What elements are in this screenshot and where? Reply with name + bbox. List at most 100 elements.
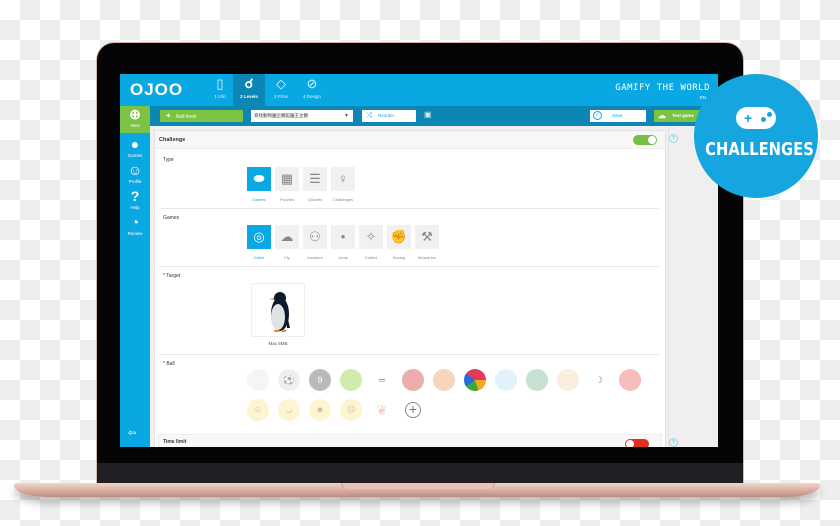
- collect-icon: ✧: [359, 225, 383, 249]
- boxing-glove-option[interactable]: [402, 369, 424, 391]
- option-invaders[interactable]: ⚇ Invaders: [303, 225, 327, 260]
- step-label: 1 Info: [214, 94, 226, 99]
- eight-ball-option[interactable]: 9: [309, 369, 331, 391]
- challenges-badge: + CHALLENGES: [694, 74, 818, 198]
- tennis-ball-option[interactable]: [340, 369, 362, 391]
- sidebar-item-review[interactable]: ◔ Review: [120, 214, 150, 236]
- tomato-option[interactable]: [619, 369, 641, 391]
- tongue-emoji-option[interactable]: ☻: [309, 399, 331, 421]
- shield-ball-option[interactable]: [495, 369, 517, 391]
- challenge-panel: Challenge Type ⬬ Games ▦ Puzzles ☰ Quizzes ♀ Ch…: [154, 130, 666, 447]
- target-image-upload[interactable]: [251, 283, 305, 337]
- time-limit-toggle[interactable]: [625, 439, 649, 447]
- option-games[interactable]: ⬬ Games: [247, 167, 271, 202]
- whackem-icon: ⚒: [415, 225, 439, 249]
- option-label: Whack'em: [417, 255, 437, 260]
- leaf-option[interactable]: ❦: [371, 399, 393, 421]
- option-challenges[interactable]: ♀ Challenges: [331, 167, 355, 202]
- catch-icon: ◎: [247, 225, 271, 249]
- cloud-upload-icon: ☁: [658, 111, 666, 120]
- reorder-button[interactable]: ⤨ Reorder: [362, 110, 416, 122]
- games-section: Games ◎ Catch ☁ Fly ⚇ Invaders • Jump ✧ Collect ✊ B…: [159, 211, 659, 267]
- games-icon: ●: [130, 136, 140, 152]
- boxing-icon: ✊: [387, 225, 411, 249]
- option-collect[interactable]: ✧ Collect: [359, 225, 383, 260]
- shuffle-icon: ⤨: [366, 112, 372, 119]
- trash-icon[interactable]: ▣: [424, 110, 432, 120]
- logout-icon[interactable]: ⇦: [128, 428, 136, 439]
- reorder-label: Reorder: [378, 113, 395, 118]
- type-section: Type ⬬ Games ▦ Puzzles ☰ Quizzes ♀ Challenges: [159, 153, 659, 209]
- sad-emoji-option[interactable]: ☹: [340, 399, 362, 421]
- cream-ball-option[interactable]: [557, 369, 579, 391]
- green-orb-option[interactable]: [526, 369, 548, 391]
- baseball-option[interactable]: [247, 369, 269, 391]
- fly-icon: ☁: [275, 225, 299, 249]
- dumbbell-option[interactable]: ═: [371, 369, 393, 391]
- sidebar-item-help[interactable]: ? Help: [120, 188, 150, 210]
- check-circle-icon: ✓: [593, 111, 602, 120]
- challenge-toggle[interactable]: [633, 135, 657, 145]
- toggle-knob: [626, 440, 634, 447]
- target-caption: Max 5MB: [268, 341, 288, 346]
- add-level-label: Add level: [175, 114, 197, 120]
- step-label: 2 Levels: [240, 94, 258, 99]
- tab-step-2[interactable]: ☌ 2 Levels: [233, 74, 265, 106]
- save-label: Save: [612, 113, 623, 118]
- level-select[interactable]: 尋找動物園企鵝館園王企鵝 ▼: [251, 110, 353, 122]
- option-catch[interactable]: ◎ Catch: [247, 225, 271, 260]
- invaders-icon: ⚇: [303, 225, 327, 249]
- add-ball-icon[interactable]: +: [405, 402, 421, 418]
- help-icon[interactable]: ?: [669, 438, 678, 447]
- option-jump[interactable]: • Jump: [331, 225, 355, 260]
- palette-icon: ⊘: [306, 76, 318, 91]
- app-logo[interactable]: OJOO: [130, 80, 183, 100]
- chevron-down-icon: ▼: [344, 113, 349, 119]
- quizzes-icon: ☰: [303, 167, 327, 191]
- challenges-icon: ♀: [331, 167, 355, 191]
- ball-section: * Ball ⚽ 9 ═ ☽ ☺ ◡ ☻ ☹ ❦ +: [159, 357, 659, 443]
- laptop-notch: [341, 483, 495, 489]
- option-boxing[interactable]: ✊ Boxing: [387, 225, 411, 260]
- sidebar-item-label: Profile: [128, 179, 142, 184]
- time-limit-label: Time limit: [163, 439, 187, 445]
- type-label: Type: [163, 157, 174, 163]
- toolbar: + Add level 尋找動物園企鵝館園王企鵝 ▼ ⤨ Reorder ▣ ✓ …: [150, 106, 718, 126]
- option-puzzles[interactable]: ▦ Puzzles: [275, 167, 299, 202]
- level-select-value: 尋找動物園企鵝館園王企鵝: [254, 113, 308, 118]
- test-game-label: Test game: [672, 113, 694, 118]
- option-label: Challenges: [332, 197, 353, 202]
- gamepad-icon: +: [736, 107, 776, 129]
- sidebar: ⊕ New ● Games ☺ Profile ? Help ◔ Review ⇦: [120, 106, 150, 447]
- toggle-knob: [648, 136, 656, 144]
- smile-emoji-option[interactable]: ◡: [278, 399, 300, 421]
- option-fly[interactable]: ☁ Fly: [275, 225, 299, 260]
- sidebar-item-games[interactable]: ● Games: [120, 136, 150, 158]
- badge-label: CHALLENGES: [705, 139, 814, 160]
- tab-step-1[interactable]: ▯ 1 Info: [204, 74, 236, 106]
- ball-label: * Ball: [163, 361, 175, 367]
- beach-ball-option[interactable]: [464, 369, 486, 391]
- app-screen: OJOO ▯ 1 Info ☌ 2 Levels ◇ 3 Prize ⊘ 4 Design G…: [120, 74, 718, 447]
- diamond-icon: ◇: [276, 76, 286, 91]
- challenge-title: Challenge: [159, 137, 186, 143]
- sidebar-item-label: Games: [127, 153, 143, 158]
- laptop-chin: [97, 463, 743, 485]
- banana-option[interactable]: ☽: [588, 369, 610, 391]
- sidebar-item-profile[interactable]: ☺ Profile: [120, 162, 150, 184]
- save-button[interactable]: ✓ Save: [590, 110, 646, 122]
- option-quizzes[interactable]: ☰ Quizzes: [303, 167, 327, 202]
- tab-step-4[interactable]: ⊘ 4 Design: [296, 74, 328, 106]
- basketball-option[interactable]: [433, 369, 455, 391]
- option-whackem[interactable]: ⚒ Whack'em: [415, 225, 439, 260]
- challenge-header: Challenge: [155, 131, 665, 149]
- help-icon[interactable]: ?: [669, 134, 678, 143]
- soccer-ball-option[interactable]: ⚽: [278, 369, 300, 391]
- add-level-button[interactable]: + Add level: [160, 110, 243, 122]
- grin-emoji-option[interactable]: ☺: [247, 399, 269, 421]
- games-label: Games: [163, 215, 180, 221]
- tagline: GAMIFY THE WORLD: [615, 83, 710, 93]
- tab-step-3[interactable]: ◇ 3 Prize: [265, 74, 297, 106]
- sidebar-item-new[interactable]: ⊕ New: [120, 106, 150, 133]
- time-limit-row: Time limit: [158, 434, 662, 447]
